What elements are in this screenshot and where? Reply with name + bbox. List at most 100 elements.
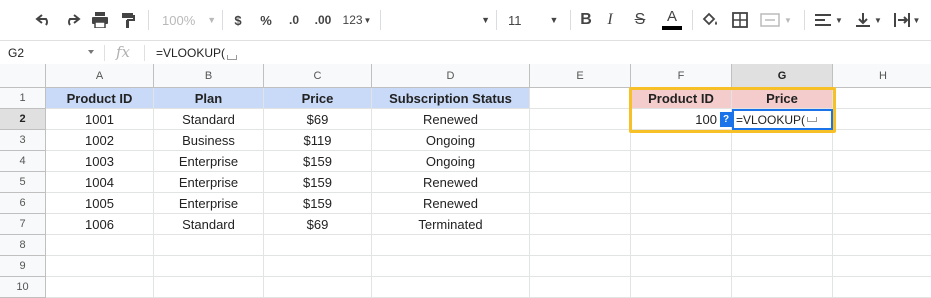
row-header-5[interactable]: 5 <box>0 172 46 193</box>
table-cell[interactable]: Renewed <box>372 193 530 214</box>
currency-format-button[interactable]: $ <box>228 8 248 32</box>
row-header-2[interactable]: 2 <box>0 109 46 130</box>
table-cell[interactable]: Enterprise <box>154 151 264 172</box>
column-header-h[interactable]: H <box>833 64 931 88</box>
column-header-b[interactable]: B <box>154 64 264 88</box>
empty-cell[interactable] <box>732 277 833 298</box>
table-cell[interactable]: Business <box>154 130 264 151</box>
empty-cell[interactable] <box>631 235 732 256</box>
vertical-align-icon[interactable]: ▼ <box>852 8 886 32</box>
fill-color-icon[interactable] <box>698 8 722 32</box>
zoom-select[interactable]: 100% ▼ <box>156 8 222 32</box>
italic-icon[interactable]: I <box>600 8 620 32</box>
row-header-6[interactable]: 6 <box>0 193 46 214</box>
font-size-select[interactable]: 11 ▼ <box>502 8 568 32</box>
empty-cell[interactable] <box>46 256 154 277</box>
empty-cell[interactable] <box>154 256 264 277</box>
print-icon[interactable] <box>88 8 112 32</box>
more-formats-button[interactable]: 123 ▼ <box>340 8 374 32</box>
lookup-header-product-id[interactable]: Product ID <box>631 88 732 109</box>
empty-cell[interactable] <box>530 235 631 256</box>
table-cell[interactable]: $159 <box>264 193 372 214</box>
empty-cell[interactable] <box>833 193 931 214</box>
lookup-header-price[interactable]: Price <box>732 88 833 109</box>
horizontal-align-icon[interactable]: ▼ <box>812 8 846 32</box>
column-header-d[interactable]: D <box>372 64 530 88</box>
table-cell[interactable]: 1001 <box>46 109 154 130</box>
row-header-7[interactable]: 7 <box>0 214 46 235</box>
empty-cell[interactable] <box>154 235 264 256</box>
empty-cell[interactable] <box>631 214 732 235</box>
cell-editor[interactable]: =VLOOKUP( <box>732 109 833 130</box>
table-cell[interactable]: $119 <box>264 130 372 151</box>
cell-e2[interactable] <box>530 109 631 130</box>
row-header-1[interactable]: 1 <box>0 88 46 109</box>
header-cell-subscription-status[interactable]: Subscription Status <box>372 88 530 109</box>
empty-cell[interactable] <box>372 235 530 256</box>
empty-cell[interactable] <box>631 151 732 172</box>
row-header-9[interactable]: 9 <box>0 256 46 277</box>
table-cell[interactable]: Ongoing <box>372 151 530 172</box>
empty-cell[interactable] <box>732 193 833 214</box>
column-header-e[interactable]: E <box>530 64 631 88</box>
empty-cell[interactable] <box>833 130 931 151</box>
empty-cell[interactable] <box>732 256 833 277</box>
table-cell[interactable]: $159 <box>264 172 372 193</box>
empty-cell[interactable] <box>264 256 372 277</box>
empty-cell[interactable] <box>631 130 732 151</box>
empty-cell[interactable] <box>530 172 631 193</box>
empty-cell[interactable] <box>530 130 631 151</box>
header-cell-price[interactable]: Price <box>264 88 372 109</box>
table-cell[interactable]: $69 <box>264 109 372 130</box>
header-cell-product-id[interactable]: Product ID <box>46 88 154 109</box>
table-cell[interactable]: $159 <box>264 151 372 172</box>
select-all-corner[interactable] <box>0 64 46 88</box>
empty-cell[interactable] <box>530 193 631 214</box>
table-cell[interactable]: Ongoing <box>372 130 530 151</box>
empty-cell[interactable] <box>530 256 631 277</box>
empty-cell[interactable] <box>631 172 732 193</box>
empty-cell[interactable] <box>732 172 833 193</box>
text-color-icon[interactable]: A <box>660 8 684 32</box>
table-cell[interactable]: 1002 <box>46 130 154 151</box>
table-cell[interactable]: Standard <box>154 109 264 130</box>
empty-cell[interactable] <box>530 214 631 235</box>
bold-icon[interactable]: B <box>576 8 596 32</box>
empty-cell[interactable] <box>530 277 631 298</box>
table-cell[interactable]: 1005 <box>46 193 154 214</box>
empty-cell[interactable] <box>631 277 732 298</box>
column-header-c[interactable]: C <box>264 64 372 88</box>
font-family-select[interactable]: ▼ <box>384 8 490 32</box>
empty-cell[interactable] <box>631 193 732 214</box>
table-cell[interactable]: Terminated <box>372 214 530 235</box>
column-header-a[interactable]: A <box>46 64 154 88</box>
formula-input[interactable]: =VLOOKUP( <box>156 46 238 60</box>
empty-cell[interactable] <box>372 277 530 298</box>
table-cell[interactable]: Standard <box>154 214 264 235</box>
decrease-decimals-button[interactable]: .0 <box>282 8 306 32</box>
undo-icon[interactable] <box>32 8 56 32</box>
table-cell[interactable]: 1006 <box>46 214 154 235</box>
row-header-8[interactable]: 8 <box>0 235 46 256</box>
empty-cell[interactable] <box>264 235 372 256</box>
empty-cell[interactable] <box>732 214 833 235</box>
header-cell-plan[interactable]: Plan <box>154 88 264 109</box>
borders-icon[interactable] <box>728 8 752 32</box>
table-cell[interactable]: 1003 <box>46 151 154 172</box>
table-cell[interactable]: Renewed <box>372 172 530 193</box>
empty-cell[interactable] <box>833 151 931 172</box>
empty-cell[interactable] <box>732 235 833 256</box>
empty-cell[interactable] <box>372 256 530 277</box>
empty-cell[interactable] <box>46 277 154 298</box>
table-cell[interactable]: $69 <box>264 214 372 235</box>
empty-cell[interactable] <box>732 130 833 151</box>
redo-icon[interactable] <box>60 8 84 32</box>
row-header-4[interactable]: 4 <box>0 151 46 172</box>
table-cell[interactable]: Enterprise <box>154 193 264 214</box>
column-header-f[interactable]: F <box>631 64 732 88</box>
increase-decimals-button[interactable]: .00 <box>310 8 336 32</box>
name-box[interactable]: G2 <box>0 41 104 65</box>
empty-cell[interactable] <box>154 277 264 298</box>
empty-cell[interactable] <box>833 214 931 235</box>
empty-cell[interactable] <box>530 151 631 172</box>
